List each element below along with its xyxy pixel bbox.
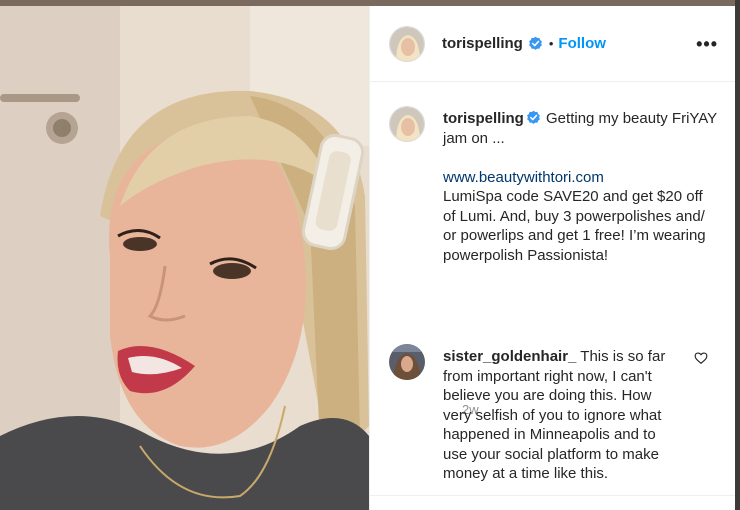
verified-badge-icon	[526, 110, 540, 124]
more-options-icon[interactable]: •••	[696, 34, 718, 55]
commenter-username[interactable]: sister_goldenhair_	[443, 348, 576, 365]
author-username[interactable]: torispelling	[442, 35, 523, 52]
post-photo	[0, 6, 369, 510]
comment-text-block: sister_goldenhair_ This is so far from i…	[443, 347, 681, 497]
caption-author-avatar[interactable]	[389, 106, 425, 142]
author-avatar[interactable]	[389, 25, 425, 62]
window-edge	[735, 0, 740, 510]
post-details-panel: torispelling • Follow ••• torispelling G…	[369, 6, 735, 510]
verified-badge-icon	[528, 36, 542, 50]
commenter-avatar[interactable]	[389, 344, 425, 380]
post-media[interactable]	[0, 6, 369, 510]
heart-icon[interactable]	[694, 351, 708, 365]
caption-body: LumiSpa code SAVE20 and get $20 off of L…	[443, 188, 706, 264]
follow-button[interactable]: Follow	[558, 35, 606, 52]
comment-text: This is so far from important right now,…	[443, 348, 666, 482]
separator-dot: •	[548, 36, 554, 51]
caption-text-block: torispelling Getting my beauty FriYAY ja…	[443, 109, 719, 265]
caption-link[interactable]: www.beautywithtori.com	[443, 169, 604, 186]
caption-username[interactable]: torispelling	[443, 110, 524, 127]
post-header: torispelling • Follow •••	[370, 6, 735, 82]
divider	[370, 495, 735, 496]
